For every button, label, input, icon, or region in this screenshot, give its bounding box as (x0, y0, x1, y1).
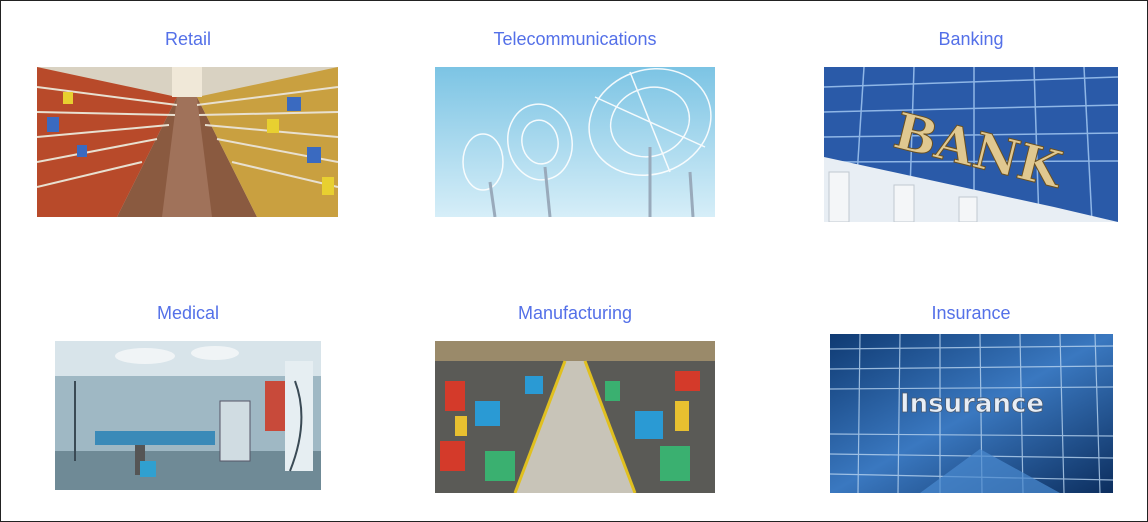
industry-image-insurance[interactable]: Insurance (830, 334, 1113, 493)
industry-grid: Retail Telecommunications Banking BANK M… (0, 0, 1148, 522)
operating-room-image (55, 341, 321, 490)
industry-image-manufacturing[interactable] (435, 341, 715, 493)
industry-label-retail: Retail (164, 29, 212, 49)
supermarket-aisle-image (37, 67, 338, 217)
industry-label-telecommunications: Telecommunications (493, 29, 657, 49)
bank-building-image: BANK (824, 67, 1118, 222)
insurance-building-image: Insurance (830, 334, 1113, 493)
industry-label-manufacturing: Manufacturing (517, 303, 633, 323)
insurance-sign-text: Insurance (900, 389, 1044, 419)
industry-label-insurance: Insurance (931, 303, 1011, 323)
satellite-dish-image (435, 67, 715, 217)
industry-image-medical[interactable] (55, 341, 321, 490)
industry-image-banking[interactable]: BANK (824, 67, 1118, 222)
industry-label-medical: Medical (156, 303, 220, 323)
industry-label-banking: Banking (938, 29, 1004, 49)
industry-image-retail[interactable] (37, 67, 338, 217)
industry-image-telecommunications[interactable] (435, 67, 715, 217)
factory-floor-image (435, 341, 715, 493)
